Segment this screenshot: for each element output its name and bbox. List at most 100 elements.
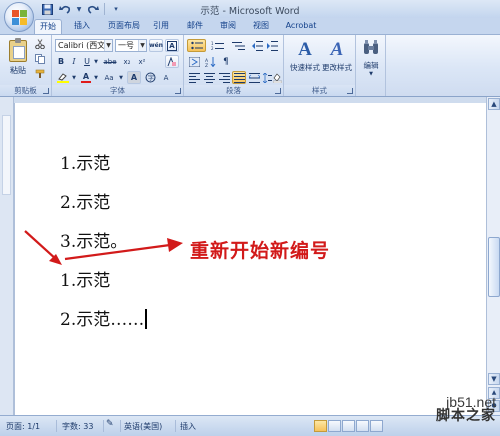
show-formatting-marks-button[interactable]: ¶ — [219, 55, 233, 68]
paragraph-launcher-icon[interactable] — [275, 88, 281, 94]
enclose-characters-button[interactable]: 字 — [143, 71, 157, 84]
increase-indent-button[interactable] — [265, 39, 279, 52]
status-separator — [175, 420, 176, 432]
font-color-dropdown-icon[interactable]: ▼ — [93, 71, 99, 84]
cut-icon[interactable] — [34, 37, 46, 50]
copy-icon[interactable] — [34, 52, 46, 65]
underline-dropdown-icon[interactable]: ▼ — [93, 55, 99, 68]
tab-insert[interactable]: 插入 — [70, 19, 94, 34]
ribbon: 粘贴 剪贴板 Calibri (西文正 ▼ 一号 ▼ wén A B I U ▼… — [0, 34, 500, 97]
change-case-dropdown-icon[interactable]: ▼ — [118, 71, 124, 84]
status-separator — [120, 420, 121, 432]
status-page[interactable]: 页面: 1/1 — [6, 421, 40, 432]
svg-text:2: 2 — [211, 46, 214, 51]
scroll-thumb[interactable] — [488, 237, 500, 297]
numbering-button[interactable]: 12 — [208, 39, 227, 52]
font-name-select[interactable]: Calibri (西文正 ▼ — [55, 39, 113, 52]
font-size-value: 一号 — [118, 41, 134, 50]
paste-button[interactable]: 粘贴 — [2, 36, 32, 76]
multilevel-list-button[interactable] — [229, 39, 248, 52]
font-launcher-icon[interactable] — [175, 88, 181, 94]
highlight-dropdown-icon[interactable]: ▼ — [71, 71, 77, 84]
status-separator — [56, 420, 57, 432]
draft-view-icon[interactable] — [370, 420, 383, 432]
subscript-button[interactable]: x₂ — [120, 55, 134, 68]
styles-launcher-icon[interactable] — [347, 88, 353, 94]
editing-dropdown-icon: ▼ — [369, 71, 373, 77]
font-size-dropdown-icon[interactable]: ▼ — [138, 40, 146, 51]
font-size-select[interactable]: 一号 ▼ — [115, 39, 147, 52]
tab-mailings[interactable]: 邮件 — [184, 19, 206, 34]
align-right-button[interactable] — [217, 71, 231, 84]
decrease-indent-button[interactable] — [250, 39, 264, 52]
editing-button[interactable]: 编辑 ▼ — [358, 38, 384, 84]
watermark-site: jb51.net — [446, 394, 496, 410]
character-scale-button[interactable]: A — [159, 71, 173, 84]
status-separator — [103, 420, 104, 432]
tab-page-layout[interactable]: 页面布局 — [104, 19, 144, 34]
character-shading-button[interactable]: A — [127, 71, 141, 84]
svg-text:字: 字 — [148, 74, 154, 82]
align-center-button[interactable] — [202, 71, 216, 84]
document-page[interactable]: 1.示范 2.示范 3.示范。 1.示范 2.示范…… 重新开始新编号 — [14, 103, 486, 415]
tab-review[interactable]: 审阅 — [217, 19, 239, 34]
chinese-layout-button[interactable] — [187, 55, 201, 68]
proofing-icon[interactable]: ✎ — [106, 419, 114, 429]
change-styles-button[interactable]: A 更改样式 — [321, 38, 353, 84]
scroll-up-icon[interactable]: ▲ — [488, 98, 500, 110]
strikethrough-button[interactable]: abe — [101, 55, 119, 68]
editing-group: 编辑 ▼ — [356, 35, 386, 96]
office-logo-icon — [12, 10, 27, 25]
font-name-dropdown-icon[interactable]: ▼ — [104, 40, 112, 51]
vertical-ruler-margin — [2, 115, 11, 195]
change-case-button[interactable]: Aa — [101, 71, 117, 84]
full-screen-view-icon[interactable] — [328, 420, 341, 432]
annotation-text: 重新开始新编号 — [190, 240, 331, 262]
clipboard-launcher-icon[interactable] — [43, 88, 49, 94]
quick-styles-button[interactable]: A 快速样式 — [289, 38, 321, 84]
paste-label: 粘贴 — [10, 66, 26, 75]
clear-formatting-button[interactable] — [165, 55, 179, 68]
highlight-button[interactable] — [55, 71, 71, 84]
underline-button[interactable]: U — [81, 55, 93, 68]
tab-references[interactable]: 引用 — [150, 19, 172, 34]
status-language[interactable]: 英语(美国) — [124, 421, 162, 432]
status-word-count[interactable]: 字数: 33 — [62, 421, 93, 432]
editing-label: 编辑 — [363, 61, 379, 70]
svg-text:Z: Z — [205, 63, 208, 67]
window-title: 示范 - Microsoft Word — [200, 6, 300, 17]
tab-home[interactable]: 开始 — [34, 19, 62, 34]
italic-button[interactable]: I — [68, 55, 80, 68]
tab-acrobat[interactable]: Acrobat — [282, 19, 320, 34]
arrow-to-label-head — [167, 238, 183, 252]
bold-button[interactable]: B — [55, 55, 67, 68]
distributed-button[interactable] — [247, 71, 261, 84]
sort-button[interactable]: AZ — [203, 55, 217, 68]
scroll-down-icon[interactable]: ▼ — [488, 373, 500, 385]
tab-view[interactable]: 视图 — [250, 19, 272, 34]
status-bar: 页面: 1/1 字数: 33 ✎ 英语(美国) 插入 — [0, 415, 500, 436]
format-painter-icon[interactable] — [34, 67, 46, 80]
web-layout-view-icon[interactable] — [342, 420, 355, 432]
status-insert-mode[interactable]: 插入 — [180, 421, 196, 432]
vertical-scrollbar[interactable]: ▲ ▼ ▲ ● — [486, 97, 500, 415]
paragraph-group: 12 AZ ¶ 段落 — [184, 35, 284, 96]
print-layout-view-icon[interactable] — [314, 420, 327, 432]
office-button[interactable] — [4, 2, 34, 32]
quick-styles-label: 快速样式 — [290, 63, 320, 72]
font-color-label: A — [82, 71, 90, 81]
justify-button[interactable] — [232, 71, 246, 84]
font-color-button[interactable]: A — [79, 71, 93, 84]
bullets-button[interactable] — [187, 39, 206, 52]
align-left-button[interactable] — [187, 71, 201, 84]
change-styles-label: 更改样式 — [322, 63, 352, 72]
line-spacing-button[interactable] — [262, 71, 272, 84]
paragraph-group-label: 段落 — [184, 85, 283, 96]
phonetic-guide-button[interactable]: wén — [149, 39, 163, 52]
styles-group-label: 样式 — [284, 85, 355, 96]
superscript-button[interactable]: x² — [135, 55, 149, 68]
outline-view-icon[interactable] — [356, 420, 369, 432]
character-border-button[interactable]: A — [165, 39, 179, 52]
shading-button[interactable] — [272, 71, 282, 84]
arrow-to-label — [64, 243, 171, 261]
